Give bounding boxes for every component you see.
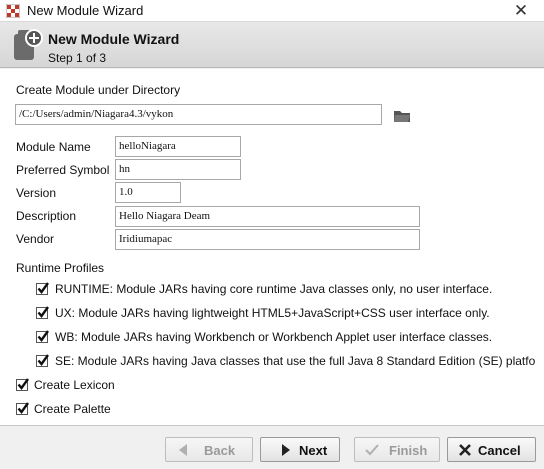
version-label: Version <box>16 186 57 200</box>
preferred-symbol-label: Preferred Symbol <box>16 163 110 177</box>
create-palette-label: Create Palette <box>34 402 111 416</box>
arrow-right-icon <box>282 444 290 456</box>
description-field[interactable]: Hello Niagara Deam <box>115 206 420 227</box>
runtime-checkbox[interactable] <box>36 282 49 295</box>
vendor-label: Vendor <box>16 232 55 246</box>
module-name-label: Module Name <box>16 140 91 154</box>
close-icon <box>459 444 471 456</box>
create-lexicon-label: Create Lexicon <box>34 378 115 392</box>
wb-checkbox-label: WB: Module JARs having Workbench or Work… <box>55 330 493 344</box>
preferred-symbol-field[interactable]: hn <box>115 159 241 180</box>
description-label: Description <box>16 209 77 223</box>
finish-button[interactable]: Finish <box>354 437 440 462</box>
directory-label: Create Module under Directory <box>16 83 181 97</box>
checkmark-icon <box>17 402 29 414</box>
wizard-banner: New Module Wizard Step 1 of 3 <box>0 22 544 68</box>
checkmark-icon <box>37 354 49 366</box>
close-window-button[interactable]: ✕ <box>508 1 534 20</box>
version-field[interactable]: 1.0 <box>115 182 181 203</box>
create-lexicon-checkbox[interactable] <box>16 378 29 391</box>
checkmark-icon <box>37 282 49 294</box>
back-button[interactable]: Back <box>165 437 253 462</box>
module-add-icon <box>14 29 43 60</box>
app-icon <box>6 4 20 18</box>
module-name-field[interactable]: helloNiagara <box>115 136 241 157</box>
runtime-profiles-label: Runtime Profiles <box>16 261 105 275</box>
checkmark-icon <box>37 306 49 318</box>
folder-icon[interactable] <box>394 109 410 122</box>
ux-checkbox-label: UX: Module JARs having lightweight HTML5… <box>55 306 490 320</box>
directory-field[interactable]: /C:/Users/admin/Niagara4.3/vykon <box>15 104 382 125</box>
next-button[interactable]: Next <box>260 437 340 462</box>
checkmark-icon <box>365 444 379 456</box>
wizard-content: Create Module under Directory /C:/Users/… <box>0 69 544 426</box>
se-checkbox[interactable] <box>36 354 49 367</box>
window-title: New Module Wizard <box>27 3 144 18</box>
wizard-title: New Module Wizard <box>48 31 180 47</box>
wizard-footer: Back Next Finish Cancel <box>0 427 544 469</box>
checkmark-icon <box>37 330 49 342</box>
se-checkbox-label: SE: Module JARs having Java classes that… <box>55 354 536 368</box>
cancel-button[interactable]: Cancel <box>447 437 536 462</box>
wizard-step: Step 1 of 3 <box>48 51 107 65</box>
checkmark-icon <box>17 378 29 390</box>
ux-checkbox[interactable] <box>36 306 49 319</box>
runtime-checkbox-label: RUNTIME: Module JARs having core runtime… <box>55 282 493 296</box>
wb-checkbox[interactable] <box>36 330 49 343</box>
create-palette-checkbox[interactable] <box>16 402 29 415</box>
window-titlebar: New Module Wizard ✕ <box>0 0 544 22</box>
arrow-left-icon <box>179 444 187 456</box>
vendor-field[interactable]: Iridiumapac <box>115 229 420 250</box>
